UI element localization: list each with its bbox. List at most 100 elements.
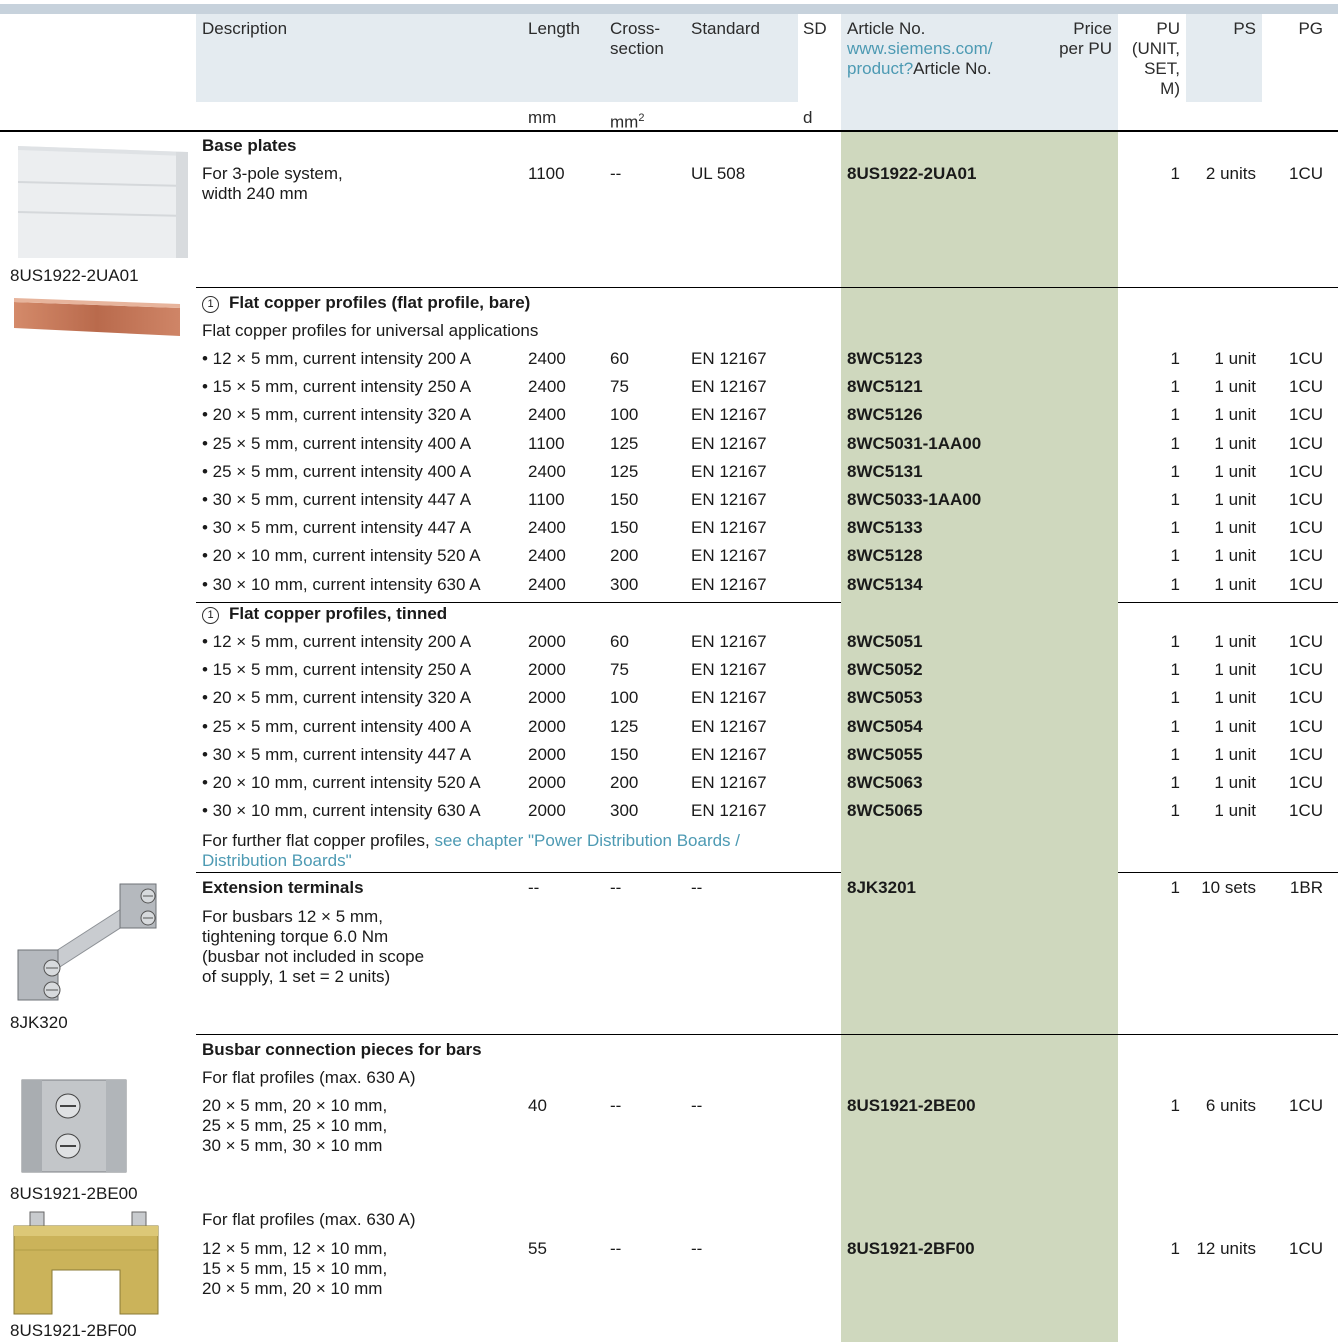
row-article-no[interactable]: 8WC5063 xyxy=(847,773,923,793)
row-article-no[interactable]: 8WC5051 xyxy=(847,632,923,652)
connection2-article[interactable]: 8US1921-2BF00 xyxy=(847,1239,975,1259)
col-header-cross-1: Cross- xyxy=(610,19,661,38)
connection1-length: 40 xyxy=(528,1096,547,1115)
row-pg: 1CU xyxy=(1288,688,1323,708)
row-ps: 1 unit xyxy=(1214,744,1256,764)
connection2-ps: 12 units xyxy=(1196,1239,1256,1258)
row-pu: 1 xyxy=(1170,349,1180,368)
copper-bar-image xyxy=(14,296,180,338)
row-length: 1100 xyxy=(528,490,565,509)
row-standard: EN 12167 xyxy=(691,518,767,538)
col-header-price-1: Price xyxy=(1073,19,1112,38)
connection1-ps: 6 units xyxy=(1205,1096,1256,1115)
base-plates-desc-2: width 240 mm xyxy=(202,184,308,203)
col-header-price-2: per PU xyxy=(1059,39,1112,58)
col-header-standard: Standard xyxy=(691,19,760,38)
col-header-length: Length xyxy=(528,19,580,38)
row-article-no[interactable]: 8WC5131 xyxy=(847,462,923,482)
row-article-no[interactable]: 8WC5134 xyxy=(847,575,923,595)
article-url-link-2[interactable]: product? xyxy=(847,59,913,78)
row-cross-section: 75 xyxy=(610,377,629,397)
row-standard: EN 12167 xyxy=(691,632,767,651)
section-title-bare: 1 Flat copper profiles (flat profile, bar… xyxy=(202,293,530,313)
base-plate-caption: 8US1922-2UA01 xyxy=(10,266,139,285)
row-cross-section: 125 xyxy=(610,461,639,481)
header-rule xyxy=(0,130,1338,132)
section-title-extension: Extension terminals xyxy=(202,878,364,897)
row-pg: 1CU xyxy=(1288,660,1323,680)
row-description: • 25 × 5 mm, current intensity 400 A xyxy=(202,433,472,453)
row-cross-section: 150 xyxy=(610,518,639,538)
row-standard: EN 12167 xyxy=(691,490,767,509)
row-article-no[interactable]: 8WC5123 xyxy=(847,349,923,369)
connection1-article[interactable]: 8US1921-2BE00 xyxy=(847,1096,976,1116)
col-header-pu-3: SET, xyxy=(1144,59,1180,78)
chapter-link-2[interactable]: Distribution Boards" xyxy=(202,851,352,871)
extension-standard: -- xyxy=(691,878,703,897)
row-ps: 1 unit xyxy=(1214,574,1256,594)
row-standard: EN 12167 xyxy=(691,405,767,425)
row-article-no[interactable]: 8WC5033-1AA00 xyxy=(847,490,981,510)
row-description: • 15 × 5 mm, current intensity 250 A xyxy=(202,377,472,397)
row-article-no[interactable]: 8WC5054 xyxy=(847,717,923,737)
article-url-line2: product?Article No. xyxy=(847,59,992,79)
row-article-no[interactable]: 8WC5128 xyxy=(847,546,923,566)
row-article-no[interactable]: 8WC5121 xyxy=(847,377,923,397)
row-pg: 1CU xyxy=(1288,461,1323,481)
row-pg: 1CU xyxy=(1288,773,1323,792)
row-cross-section: 125 xyxy=(610,716,639,736)
connection2-subtitle: For flat profiles (max. 630 A) xyxy=(202,1210,416,1229)
row-length: 2400 xyxy=(528,349,566,368)
connection2-standard: -- xyxy=(691,1239,703,1258)
extension-pu: 1 xyxy=(1170,878,1180,897)
row-article-no[interactable]: 8WC5053 xyxy=(847,688,923,708)
row-article-no[interactable]: 8WC5065 xyxy=(847,801,923,821)
article-url-link[interactable]: www.siemens.com/ xyxy=(847,39,992,59)
row-standard: EN 12167 xyxy=(691,574,767,594)
connection-caption-2: 8US1921-2BF00 xyxy=(10,1321,137,1340)
row-pu: 1 xyxy=(1170,405,1180,425)
row-pg: 1CU xyxy=(1288,632,1323,651)
row-article-no[interactable]: 8WC5126 xyxy=(847,405,923,425)
further-profiles-note-1: For further flat copper profiles, see ch… xyxy=(202,831,740,851)
extension-article[interactable]: 8JK3201 xyxy=(847,878,916,898)
top-rule xyxy=(0,4,1338,14)
base-plates-article[interactable]: 8US1922-2UA01 xyxy=(847,164,976,184)
row-description: • 30 × 10 mm, current intensity 630 A xyxy=(202,574,481,594)
row-standard: EN 12167 xyxy=(691,773,767,792)
row-pu: 1 xyxy=(1170,688,1180,708)
connection2-line-3: 20 × 5 mm, 20 × 10 mm xyxy=(202,1279,383,1298)
unit-cross: mm2 xyxy=(610,108,644,133)
row-description: • 20 × 5 mm, current intensity 320 A xyxy=(202,688,472,708)
row-article-no[interactable]: 8WC5031-1AA00 xyxy=(847,434,981,454)
row-article-no[interactable]: 8WC5052 xyxy=(847,660,923,680)
col-header-description: Description xyxy=(202,19,288,38)
row-article-no[interactable]: 8WC5133 xyxy=(847,518,923,538)
row-description: • 30 × 5 mm, current intensity 447 A xyxy=(202,518,472,538)
row-pu: 1 xyxy=(1170,801,1180,821)
row-cross-section: 200 xyxy=(610,773,639,792)
row-pu: 1 xyxy=(1170,433,1180,453)
row-pu: 1 xyxy=(1170,461,1180,481)
connection2-pu: 1 xyxy=(1170,1239,1180,1258)
base-plate-image xyxy=(17,142,189,258)
row-standard: EN 12167 xyxy=(691,433,767,453)
row-ps: 1 unit xyxy=(1214,688,1256,708)
connection1-cross: -- xyxy=(610,1096,622,1115)
row-description: • 30 × 10 mm, current intensity 630 A xyxy=(202,801,481,821)
row-description: • 20 × 10 mm, current intensity 520 A xyxy=(202,546,481,566)
rule-after-tinned-right xyxy=(1118,872,1338,873)
row-cross-section: 150 xyxy=(610,744,639,764)
row-cross-section: 100 xyxy=(610,688,639,708)
connection2-line-1: 12 × 5 mm, 12 × 10 mm, xyxy=(202,1239,388,1258)
row-article-no[interactable]: 8WC5055 xyxy=(847,745,923,765)
section-title-bare-text: Flat copper profiles (flat profile, bare… xyxy=(229,293,531,312)
connection1-line-2: 25 × 5 mm, 25 × 10 mm, xyxy=(202,1116,388,1135)
row-length: 1100 xyxy=(528,433,565,453)
base-plates-pu: 1 xyxy=(1170,164,1180,183)
connection1-line-1: 20 × 5 mm, 20 × 10 mm, xyxy=(202,1096,388,1115)
extension-terminal-image xyxy=(12,880,160,1008)
row-length: 2400 xyxy=(528,574,566,594)
col-header-pu-1: PU xyxy=(1156,19,1180,38)
chapter-link[interactable]: see chapter "Power Distribution Boards / xyxy=(434,831,740,850)
